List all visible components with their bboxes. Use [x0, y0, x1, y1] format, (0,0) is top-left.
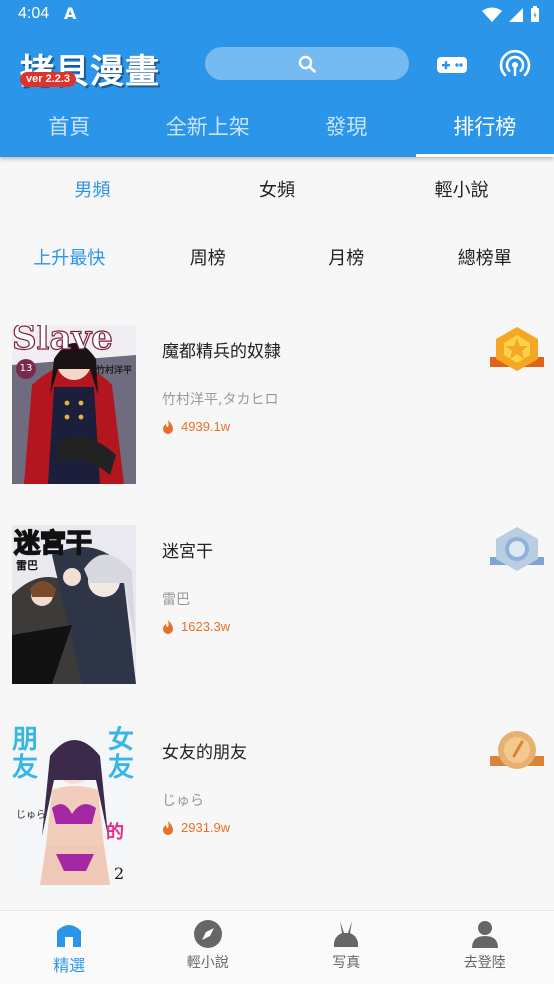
nav-label: 去登陸: [463, 955, 506, 971]
tab-all-time[interactable]: 總榜單: [416, 236, 554, 282]
bronze-medal-icon: [490, 731, 544, 769]
status-time: 4:04: [18, 5, 50, 22]
nav-label: 精選: [53, 956, 86, 975]
cover-title-de: 的: [106, 822, 124, 843]
comic-author: 竹村洋平,タカヒロ: [162, 392, 279, 408]
fire-icon: [163, 619, 173, 634]
version-badge: ver 2.2.3: [20, 72, 77, 87]
cover-volume-badge: 13: [16, 359, 36, 379]
comic-cover[interactable]: 迷宮干 雷巴: [12, 525, 136, 684]
fire-icon: [163, 419, 173, 434]
status-icons: [482, 6, 540, 23]
tab-new-releases[interactable]: 全新上架: [139, 100, 278, 157]
heat-count: 2931.9w: [162, 820, 230, 835]
compass-icon: [193, 920, 222, 948]
tab-discover[interactable]: 發現: [277, 100, 416, 157]
cover-author-text: じゅら: [16, 810, 46, 821]
tab-weekly[interactable]: 周榜: [139, 236, 278, 282]
battery-icon: [531, 6, 539, 22]
tab-light-novel[interactable]: 輕小說: [369, 168, 554, 214]
home-icon: [57, 925, 82, 947]
ranking-item[interactable]: Slave 13 竹村洋平 魔都精兵的奴隸 竹村洋平,タカヒロ 4939.1w: [0, 325, 554, 485]
tab-home[interactable]: 首頁: [0, 100, 139, 157]
nav-login[interactable]: 去登陸: [416, 911, 554, 984]
comic-cover[interactable]: 朋友 女友 的 じゅら 2: [12, 726, 136, 885]
status-bar: 4:04 A: [0, 0, 554, 30]
tab-male[interactable]: 男頻: [0, 168, 185, 214]
nav-light-novel[interactable]: 輕小說: [139, 911, 278, 984]
cover-title-left: 朋友: [12, 726, 39, 783]
app-header: 拷貝漫畫 ver 2.2.3 首頁 全新上架 發現 排行榜: [0, 30, 554, 157]
comic-author: じゅら: [162, 793, 204, 809]
fire-icon: [163, 820, 173, 835]
tab-fastest-rising[interactable]: 上升最快: [0, 236, 139, 282]
bunny-icon: [334, 921, 359, 947]
tab-female[interactable]: 女頻: [185, 168, 370, 214]
comic-cover[interactable]: Slave 13 竹村洋平: [12, 325, 136, 484]
search-icon: [298, 55, 316, 73]
heat-count: 4939.1w: [162, 419, 230, 434]
comic-title[interactable]: 魔都精兵的奴隸: [162, 337, 281, 362]
heat-value: 4939.1w: [181, 419, 231, 434]
nav-photos[interactable]: 写真: [277, 911, 416, 984]
ranking-item[interactable]: 迷宮干 雷巴 迷宮干 雷巴 1623.3w: [0, 525, 554, 685]
silver-medal-icon: [490, 527, 544, 571]
gamepad-icon: [437, 57, 467, 73]
gender-tabs: 男頻 女頻 輕小說: [0, 168, 554, 214]
search-bar[interactable]: [205, 47, 409, 80]
comic-title[interactable]: 女友的朋友: [162, 738, 247, 763]
wifi-icon: [482, 7, 502, 22]
nav-label: 輕小說: [186, 955, 229, 971]
tab-ranking[interactable]: 排行榜: [415, 100, 554, 157]
heat-value: 2931.9w: [181, 820, 231, 835]
comic-author: 雷巴: [162, 592, 190, 608]
game-button[interactable]: [435, 48, 469, 82]
app-notification-icon: A: [64, 4, 77, 23]
user-icon: [471, 921, 498, 948]
heat-count: 1623.3w: [162, 619, 230, 634]
nav-featured[interactable]: 精選: [0, 911, 139, 984]
main-tabs: 首頁 全新上架 發現 排行榜: [0, 100, 554, 157]
cover-title-text: 迷宮干: [13, 528, 93, 560]
comic-title[interactable]: 迷宮干: [162, 537, 213, 562]
nav-label: 写真: [332, 955, 361, 971]
cover-title-text: Slave: [12, 325, 113, 359]
gold-medal-icon: [490, 327, 544, 371]
ranking-item[interactable]: 朋友 女友 的 じゅら 2 女友的朋友 じゅら 2931.9w: [0, 726, 554, 886]
heat-value: 1623.3w: [181, 619, 231, 634]
cover-author-text: 竹村洋平: [96, 366, 133, 376]
cover-author-text: 雷巴: [16, 559, 38, 572]
cover-title-right: 女友: [108, 726, 135, 783]
broadcast-button[interactable]: [498, 48, 532, 82]
period-tabs: 上升最快 周榜 月榜 總榜單: [0, 236, 554, 282]
tab-monthly[interactable]: 月榜: [277, 236, 416, 282]
broadcast-icon: [499, 49, 531, 77]
signal-icon: [509, 7, 523, 22]
cover-volume-number: 2: [114, 864, 125, 883]
bottom-navigation: 精選 輕小說 写真 去登陸: [0, 910, 554, 984]
